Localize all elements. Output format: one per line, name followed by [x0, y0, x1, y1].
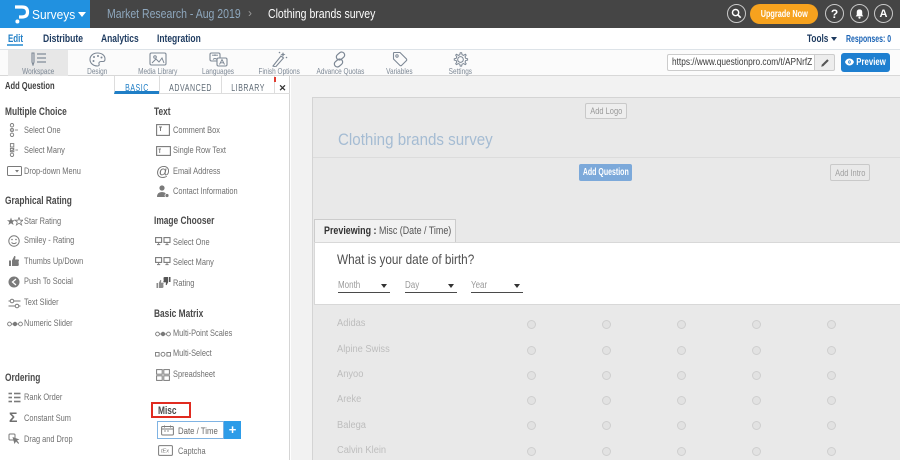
svg-text:tEx: tEx [161, 449, 169, 455]
